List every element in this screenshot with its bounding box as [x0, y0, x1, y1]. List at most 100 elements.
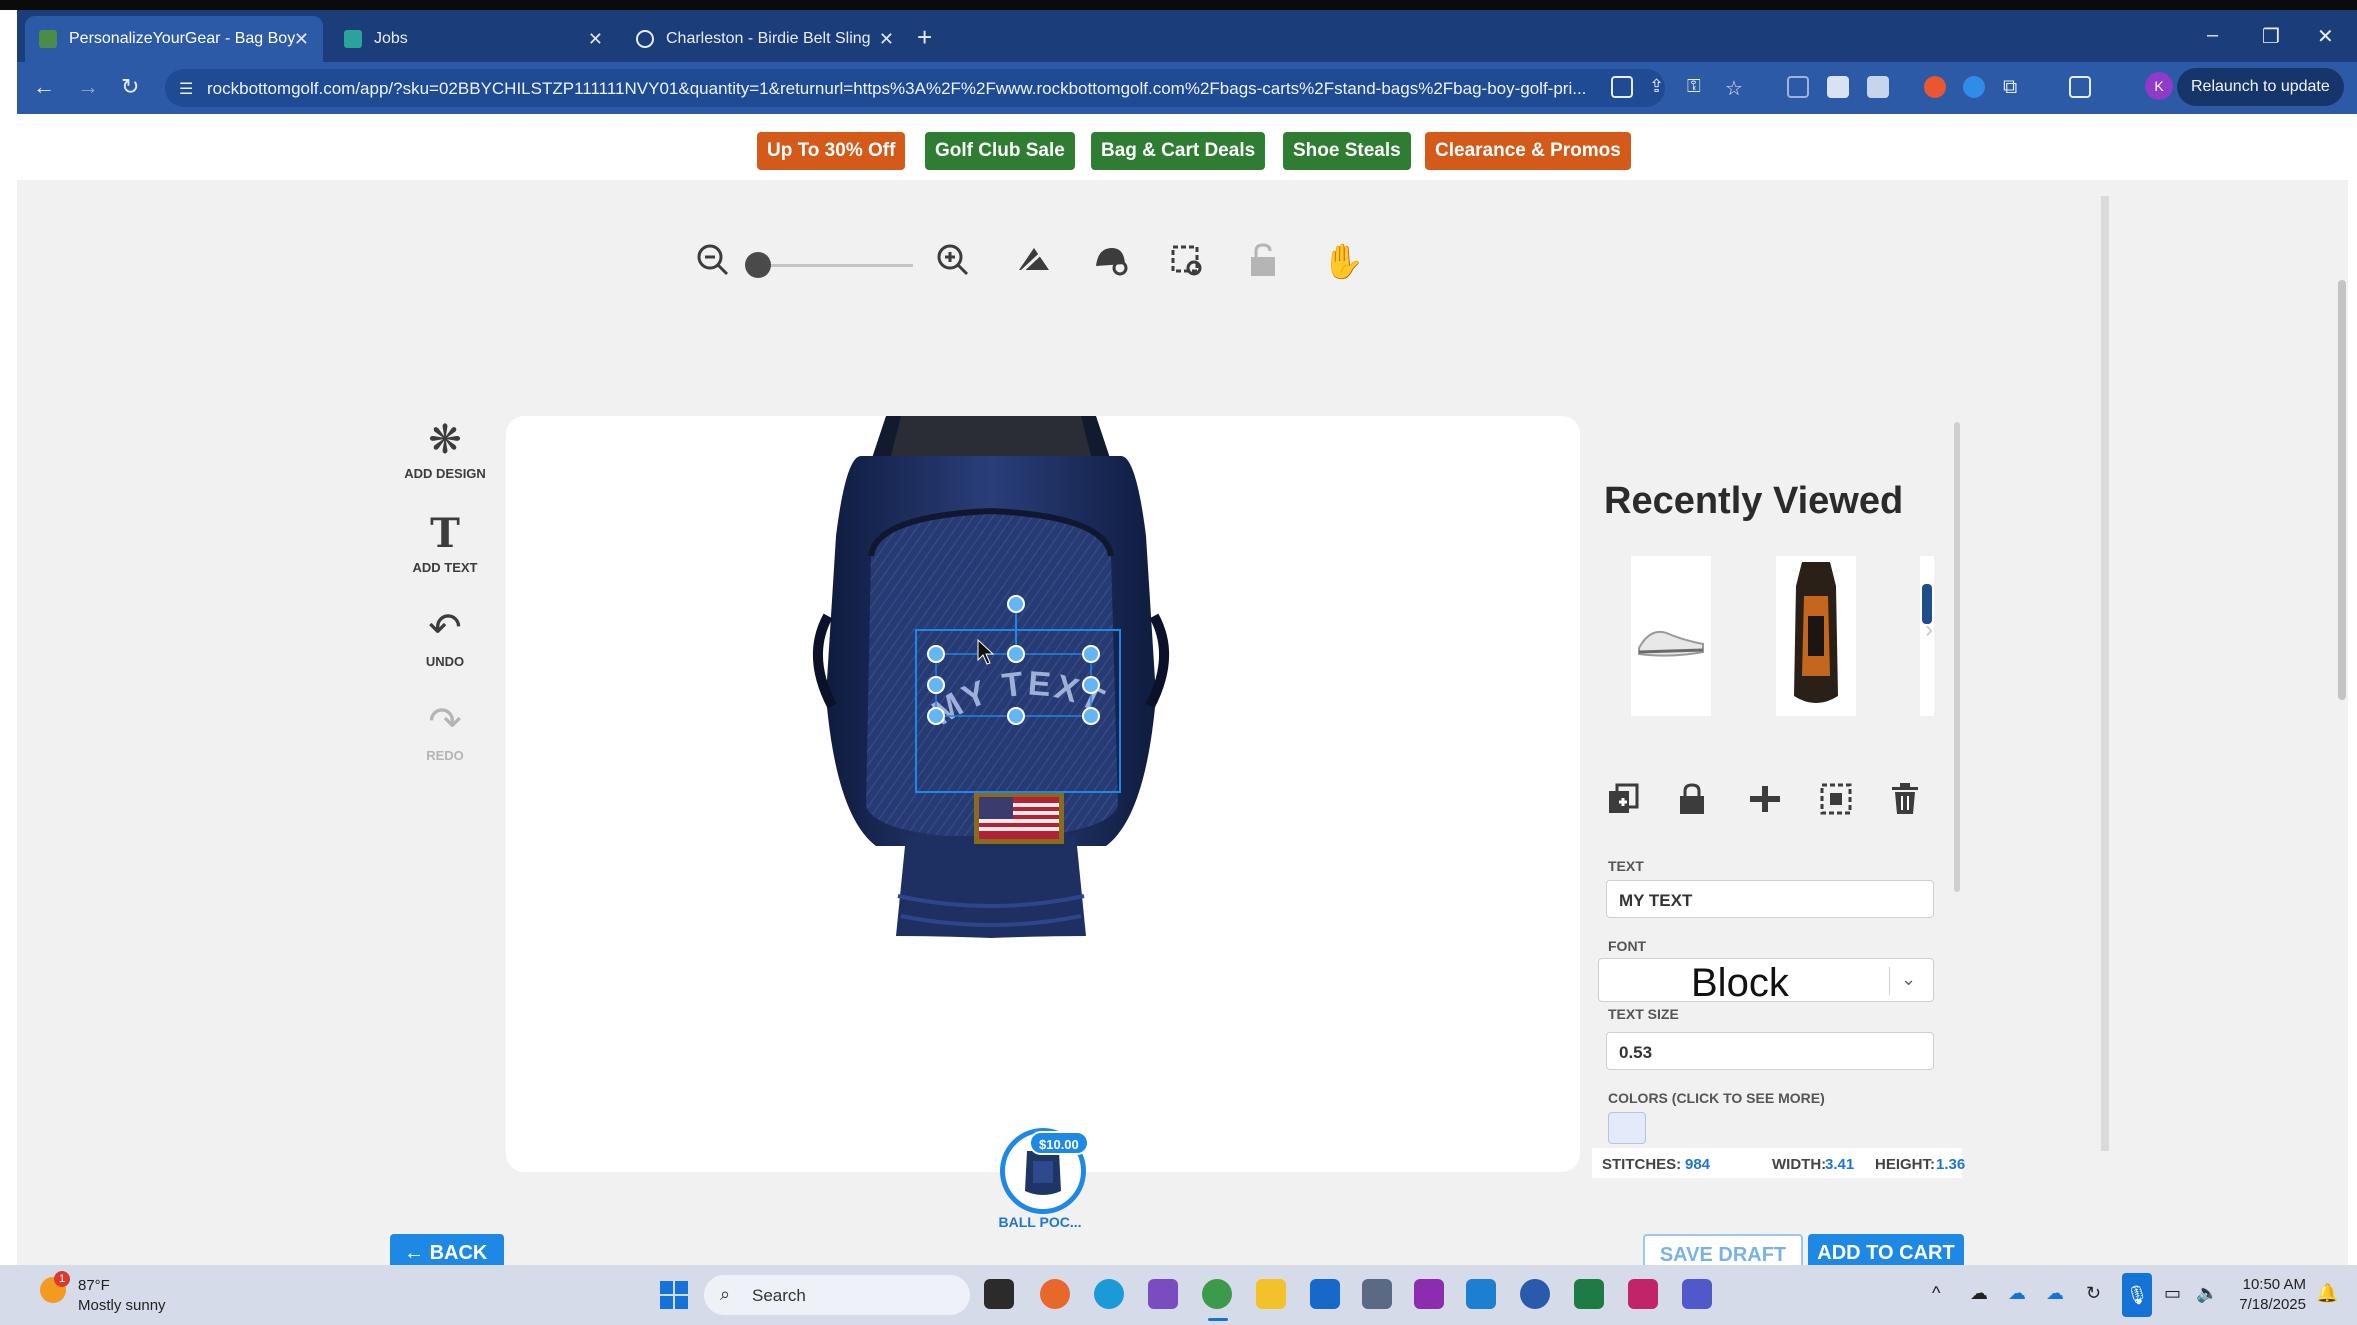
- taskbar-search[interactable]: ⌕ Search: [704, 1275, 970, 1315]
- reload-icon[interactable]: ↻: [121, 74, 139, 100]
- carousel-next-icon[interactable]: ›: [1925, 616, 1933, 644]
- share-icon[interactable]: ⇪: [1649, 76, 1671, 98]
- width-label: WIDTH:: [1772, 1156, 1827, 1173]
- forward-arrow-icon[interactable]: →: [77, 74, 99, 100]
- lock-icon[interactable]: [1677, 782, 1707, 824]
- text-size-input[interactable]: 0.53: [1606, 1032, 1934, 1070]
- notification-bell-icon[interactable]: 🔔: [2316, 1283, 2338, 1304]
- pan-hand-icon[interactable]: ✋: [1322, 242, 1364, 282]
- zoom-out-icon[interactable]: [695, 242, 731, 286]
- bookmark-star-icon[interactable]: ☆: [1725, 76, 1747, 100]
- text-input[interactable]: MY TEXT: [1606, 880, 1934, 918]
- chevron-down-icon[interactable]: ⌄: [1901, 969, 1916, 990]
- promo-clearance[interactable]: Clearance & Promos: [1425, 132, 1631, 170]
- password-key-icon[interactable]: ⚿: [1687, 76, 1709, 98]
- address-bar[interactable]: ☰ rockbottomgolf.com/app/?sku=02BBYCHILS…: [165, 69, 1665, 107]
- fit-to-area-icon[interactable]: [1819, 782, 1853, 824]
- page-scrollbar[interactable]: [2336, 180, 2348, 1265]
- panel-scrollbar[interactable]: [1954, 422, 1960, 892]
- zoom-in-icon[interactable]: [935, 242, 971, 286]
- trash-icon[interactable]: [1890, 782, 1920, 824]
- extension-red-icon[interactable]: [1924, 76, 1946, 98]
- tab-personalize[interactable]: PersonalizeYourGear - Bag Boy ✕: [25, 16, 323, 62]
- promo-shoe-steals[interactable]: Shoe Steals: [1283, 132, 1411, 170]
- extension-box-icon[interactable]: [1787, 76, 1809, 98]
- unlock-icon[interactable]: [1248, 242, 1278, 286]
- edge-browser-icon[interactable]: [1094, 1279, 1124, 1309]
- close-tab-icon[interactable]: ✕: [879, 29, 894, 50]
- recently-viewed-title: Recently Viewed: [1604, 480, 1904, 522]
- new-tab-icon[interactable]: +: [917, 22, 932, 53]
- profile-avatar[interactable]: K: [2145, 72, 2173, 100]
- close-tab-icon[interactable]: ✕: [294, 29, 309, 50]
- restore-icon[interactable]: ❐: [2262, 24, 2280, 49]
- taskbar-clock[interactable]: 10:50 AM 7/18/2025: [2226, 1275, 2306, 1315]
- relaunch-button[interactable]: Relaunch to update: [2177, 68, 2344, 106]
- preview-cap-icon[interactable]: [1092, 242, 1130, 286]
- location-label[interactable]: BALL POC...: [990, 1214, 1090, 1230]
- font-select[interactable]: Block ⌄: [1598, 958, 1934, 1005]
- bag-thumbnail: [1794, 562, 1838, 703]
- back-arrow-icon[interactable]: ←: [33, 74, 55, 100]
- design-canvas[interactable]: MY TEXT: [506, 416, 1580, 1172]
- undo-tool[interactable]: ↶ UNDO: [385, 606, 505, 669]
- promo-bag-cart-deals[interactable]: Bag & Cart Deals: [1091, 132, 1266, 170]
- promo-up-to-30-off[interactable]: Up To 30% Off: [757, 132, 906, 170]
- visual-studio-icon[interactable]: [1148, 1279, 1178, 1309]
- file-explorer-icon[interactable]: [1256, 1279, 1286, 1309]
- outlook-icon[interactable]: [1310, 1279, 1340, 1309]
- task-view-icon[interactable]: [984, 1279, 1014, 1309]
- site-info-icon[interactable]: ☰: [179, 79, 197, 98]
- tab-title: PersonalizeYourGear - Bag Boy: [69, 30, 296, 47]
- vscode-icon[interactable]: [1466, 1279, 1496, 1309]
- close-window-icon[interactable]: ✕: [2317, 24, 2334, 49]
- onedrive-icon[interactable]: ☁: [2008, 1283, 2026, 1304]
- chrome-browser-icon[interactable]: [1202, 1279, 1232, 1309]
- microphone-icon[interactable]: 🎙: [2122, 1273, 2152, 1317]
- extension-blue-icon[interactable]: [1963, 76, 1985, 98]
- app-orange-icon[interactable]: [1040, 1279, 1070, 1309]
- designer-scrollbar[interactable]: [2101, 196, 2109, 1151]
- color-swatch[interactable]: [1608, 1112, 1646, 1144]
- show-hidden-icons-chevron[interactable]: ^: [1932, 1283, 1940, 1304]
- app-gray-icon[interactable]: [1362, 1279, 1392, 1309]
- redo-label: REDO: [426, 748, 464, 763]
- snowflake-design-icon: ❋: [428, 418, 462, 462]
- redo-tool[interactable]: ↷ REDO: [385, 700, 505, 763]
- excel-icon[interactable]: [1574, 1279, 1604, 1309]
- weather-temp[interactable]: 87°F: [78, 1277, 110, 1294]
- teams-icon[interactable]: [1682, 1279, 1712, 1309]
- tab-jobs[interactable]: Jobs ✕: [330, 16, 617, 62]
- side-panel-icon[interactable]: [2069, 76, 2091, 98]
- tab-charleston[interactable]: Charleston - Birdie Belt Sling Ba ✕: [622, 16, 908, 62]
- app-pink-icon[interactable]: [1628, 1279, 1658, 1309]
- promo-golf-club-sale[interactable]: Golf Club Sale: [925, 132, 1075, 170]
- add-design-tool[interactable]: ❋ ADD DESIGN: [385, 418, 505, 481]
- add-text-tool[interactable]: T ADD TEXT: [385, 512, 505, 576]
- network-icon[interactable]: ▭: [2164, 1283, 2181, 1304]
- volume-icon[interactable]: 🔈: [2196, 1283, 2218, 1304]
- clipboard-icon[interactable]: [1611, 76, 1633, 98]
- hide-product-icon[interactable]: [1015, 242, 1053, 286]
- fit-area-icon[interactable]: [1168, 242, 1206, 286]
- windows-taskbar: 1 87°F Mostly sunny ⌕ Search ^ ☁ ☁ ☁ ↻ 🎙…: [0, 1265, 2357, 1325]
- onenote-icon[interactable]: [1414, 1279, 1444, 1309]
- recent-item-bag[interactable]: [1776, 556, 1856, 716]
- start-windows-icon[interactable]: [660, 1281, 688, 1309]
- zoom-slider-knob[interactable]: [745, 252, 771, 278]
- app-w-icon[interactable]: [1520, 1279, 1550, 1309]
- extension-grid-icon[interactable]: [1827, 76, 1849, 98]
- extensions-puzzle-icon[interactable]: ⧉: [2003, 76, 2025, 98]
- onedrive-work-icon[interactable]: ☁: [2046, 1283, 2064, 1304]
- center-align-icon[interactable]: [1748, 782, 1782, 824]
- recent-item-shoe[interactable]: [1631, 556, 1711, 716]
- extension-music-icon[interactable]: [1867, 76, 1889, 98]
- duplicate-icon[interactable]: [1606, 782, 1640, 824]
- close-tab-icon[interactable]: ✕: [588, 29, 603, 50]
- tray-cloud-off-icon[interactable]: ☁: [1970, 1283, 1988, 1304]
- page-scrollbar-thumb[interactable]: [2338, 280, 2346, 700]
- sync-icon[interactable]: ↻: [2086, 1283, 2101, 1304]
- minimize-icon[interactable]: –: [2207, 24, 2218, 47]
- weather-desc[interactable]: Mostly sunny: [78, 1297, 166, 1314]
- zoom-slider-track[interactable]: [753, 264, 913, 267]
